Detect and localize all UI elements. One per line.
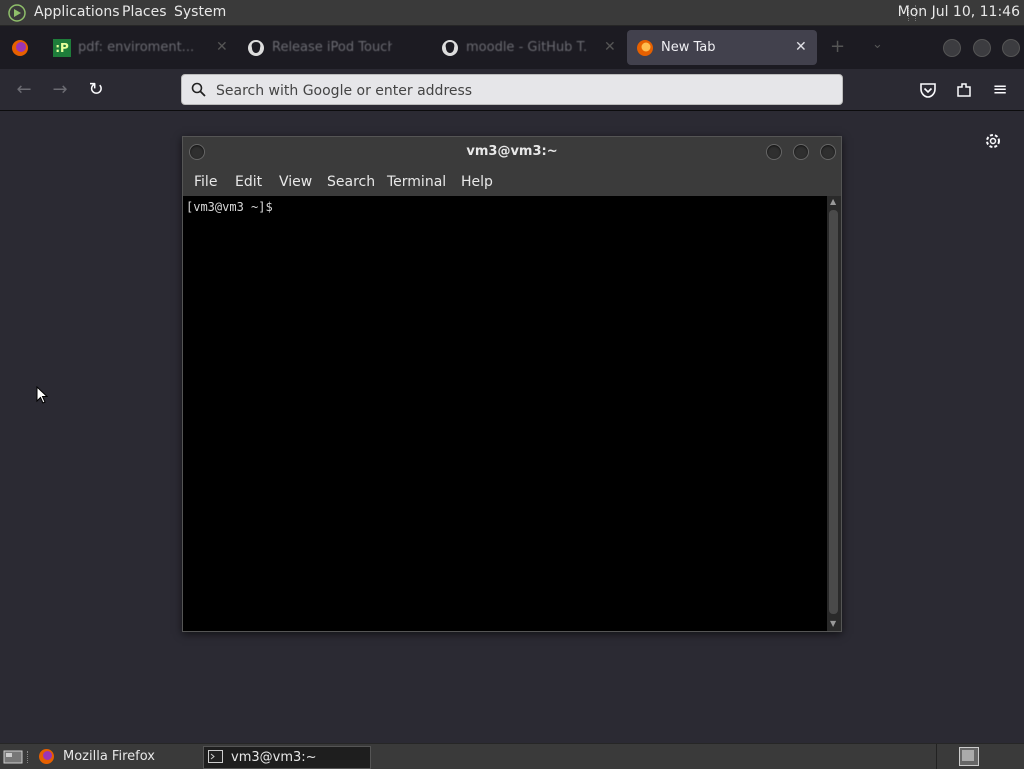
reload-icon[interactable]: ↻ [86, 80, 106, 100]
workspace-1[interactable] [962, 750, 974, 761]
tab-new-tab[interactable]: New Tab ✕ [627, 30, 817, 65]
shell-prompt: [vm3@vm3 ~]$ [186, 200, 273, 214]
tab-title: pdf: enviroment... [78, 40, 195, 55]
taskbar-firefox[interactable]: Mozilla Firefox [35, 746, 195, 767]
github-icon [442, 40, 458, 56]
clock[interactable]: Mon Jul 10, 11:46 [898, 4, 1020, 20]
github-icon [248, 40, 264, 56]
taskbar-terminal[interactable]: vm3@vm3:~ [203, 746, 371, 769]
tab-pdf[interactable]: :P pdf: enviroment... ✕ [44, 30, 234, 65]
scrollbar-thumb[interactable] [829, 210, 838, 614]
pdf-site-icon: :P [53, 39, 71, 57]
firefox-icon [39, 749, 54, 764]
scroll-up-icon[interactable]: ▲ [830, 197, 836, 206]
pocket-icon[interactable] [919, 81, 937, 99]
panel-separator [27, 751, 32, 763]
terminal-icon [208, 750, 223, 763]
terminal-output[interactable]: [vm3@vm3 ~]$ [183, 196, 827, 631]
terminal-title: vm3@vm3:~ [466, 144, 558, 159]
terminal-menubar: File Edit View Search Terminal Help [183, 167, 841, 196]
show-desktop-icon[interactable] [3, 749, 23, 764]
menu-file[interactable]: File [194, 174, 217, 190]
minimize-button[interactable] [766, 144, 782, 160]
distro-logo-icon[interactable] [7, 3, 27, 23]
firefox-view-icon[interactable] [10, 38, 30, 58]
tab-title: Release iPod Touch [272, 40, 392, 55]
menu-edit[interactable]: Edit [235, 174, 262, 190]
tab-title: New Tab [661, 40, 716, 55]
url-bar[interactable] [181, 74, 843, 106]
menu-terminal[interactable]: Terminal [387, 174, 446, 190]
tab-release[interactable]: Release iPod Touch [238, 30, 428, 65]
applications-menu[interactable]: Applications [34, 4, 120, 20]
maximize-button[interactable] [973, 39, 991, 57]
close-tab-icon[interactable]: ✕ [216, 39, 228, 55]
places-menu[interactable]: Places [122, 4, 167, 20]
list-all-tabs-icon[interactable]: ⌄ [872, 37, 883, 52]
minimize-button[interactable] [943, 39, 961, 57]
search-icon [191, 82, 206, 97]
back-arrow-icon[interactable]: ← [14, 80, 34, 100]
new-tab-button[interactable]: + [830, 36, 845, 57]
taskbar-label: vm3@vm3:~ [231, 750, 317, 765]
hamburger-menu-icon[interactable]: ≡ [990, 80, 1010, 100]
menu-search[interactable]: Search [327, 174, 375, 190]
mouse-pointer-icon [36, 386, 48, 404]
top-panel: Applications Places System Mon Jul 10, 1… [0, 0, 1024, 26]
system-menu[interactable]: System [174, 4, 226, 20]
terminal-scrollbar[interactable]: ▲ ▼ [827, 196, 841, 631]
forward-arrow-icon[interactable]: → [50, 80, 70, 100]
scroll-down-icon[interactable]: ▼ [830, 619, 836, 628]
menu-view[interactable]: View [279, 174, 312, 190]
firefox-icon [637, 40, 653, 56]
close-window-button[interactable] [820, 144, 836, 160]
address-input[interactable] [214, 75, 828, 106]
tab-moodle[interactable]: moodle - GitHub T... ✕ [432, 30, 622, 65]
bottom-panel: Mozilla Firefox vm3@vm3:~ [0, 743, 1024, 769]
close-tab-icon[interactable]: ✕ [795, 39, 807, 55]
extensions-icon[interactable] [955, 81, 973, 99]
workspace-switcher[interactable] [959, 747, 979, 766]
panel-divider [936, 744, 937, 769]
gear-icon[interactable] [983, 131, 1003, 151]
tab-title: moodle - GitHub T... [466, 40, 586, 55]
terminal-window: vm3@vm3:~ File Edit View Search Terminal… [182, 136, 842, 632]
maximize-button[interactable] [793, 144, 809, 160]
tab-strip: :P pdf: enviroment... ✕ Release iPod Tou… [0, 26, 1024, 69]
close-tab-icon[interactable]: ✕ [604, 39, 616, 55]
close-window-button[interactable] [1002, 39, 1020, 57]
taskbar-label: Mozilla Firefox [63, 749, 155, 764]
navigation-bar: ← → ↻ ≡ [0, 69, 1024, 111]
menu-help[interactable]: Help [461, 174, 493, 190]
